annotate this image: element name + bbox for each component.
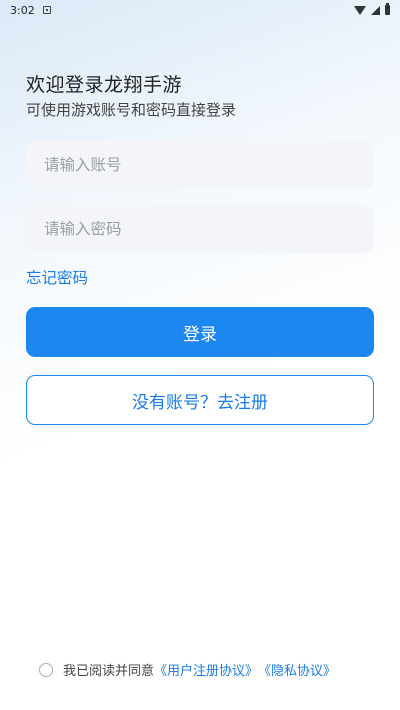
status-left: 3:02 bbox=[10, 4, 51, 17]
password-field-container bbox=[26, 205, 374, 253]
agree-checkbox[interactable] bbox=[39, 662, 53, 677]
signal-icon bbox=[371, 5, 380, 15]
agreement-prefix: 我已阅读并同意 bbox=[63, 664, 155, 679]
notification-icon bbox=[42, 6, 51, 14]
account-input[interactable] bbox=[42, 155, 358, 175]
status-right bbox=[354, 3, 390, 15]
status-bar: 3:02 bbox=[0, 0, 400, 20]
password-input[interactable] bbox=[42, 219, 358, 239]
account-field-container bbox=[26, 141, 374, 189]
user-agreement-link[interactable]: 《用户注册协议》 bbox=[154, 660, 258, 679]
login-button[interactable]: 登录 bbox=[26, 307, 374, 357]
page-title: 欢迎登录龙翔手游 bbox=[26, 74, 183, 96]
page-subtitle: 可使用游戏账号和密码直接登录 bbox=[26, 101, 237, 119]
status-time: 3:02 bbox=[10, 3, 35, 17]
wifi-icon bbox=[354, 5, 366, 15]
agreement-row: 我已阅读并同意 《用户注册协议》 《隐私协议》 bbox=[39, 660, 336, 679]
forgot-password-link[interactable]: 忘记密码 bbox=[26, 266, 88, 288]
battery-icon bbox=[385, 3, 390, 15]
register-button[interactable]: 没有账号？去注册 bbox=[26, 375, 374, 425]
privacy-agreement-link[interactable]: 《隐私协议》 bbox=[258, 660, 336, 679]
